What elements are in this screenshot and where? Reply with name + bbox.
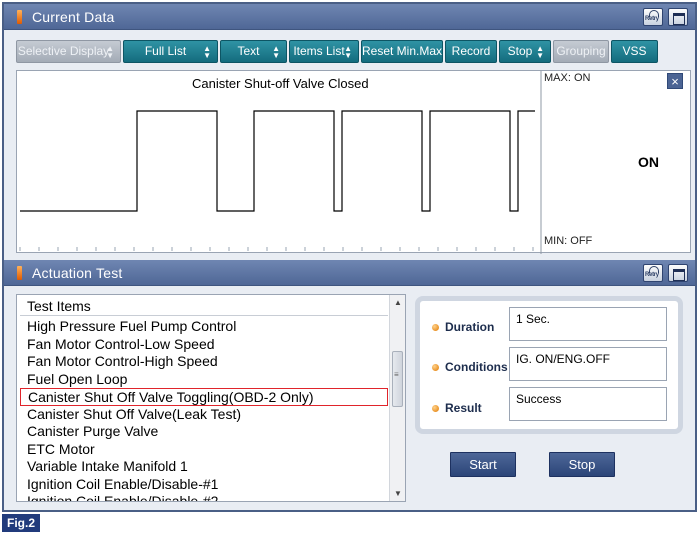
toolbar-button-label: Items List — [293, 44, 345, 58]
start-button[interactable]: Start — [450, 452, 516, 477]
graph-panel: Canister Shut-off Valve Closed MAX: ON M… — [16, 70, 691, 254]
duration-label: Duration — [432, 320, 494, 334]
list-header: Test Items — [20, 297, 388, 316]
scroll-up-icon[interactable]: ▲ — [394, 298, 402, 307]
list-item[interactable]: Variable Intake Manifold 1 — [20, 458, 388, 476]
bullet-icon — [432, 364, 439, 372]
toolbar-button-label: Selective Display — [17, 44, 110, 58]
toolbar-button-label: Grouping — [556, 44, 606, 58]
duration-value: 1 Sec. — [509, 307, 667, 341]
toolbar-button-7[interactable]: Stop ▲ ▼ — [499, 40, 551, 63]
updown-icon: ▲ ▼ — [272, 44, 280, 60]
toolbar-button-label: Full List — [144, 44, 187, 58]
list-item[interactable]: Ignition Coil Enable/Disable-#1 — [20, 476, 388, 494]
flag-icon — [17, 266, 22, 280]
toolbar-button-4[interactable]: Items List ▲ ▼ — [289, 40, 359, 63]
toolbar-button-label: Record — [451, 44, 491, 58]
toolbar-button-1[interactable]: Selective Display ▲ ▼ — [16, 40, 121, 63]
toolbar-button-label: VSS — [622, 44, 647, 58]
test-items-list[interactable]: Test Items High Pressure Fuel Pump Contr… — [16, 294, 406, 502]
maximize-icon[interactable] — [668, 264, 688, 282]
toolbar-button-label: Stop — [507, 44, 533, 58]
max-label: MAX: ON — [544, 72, 591, 84]
updown-icon: ▲ ▼ — [106, 44, 114, 60]
conditions-value: IG. ON/ENG.OFF — [509, 347, 667, 381]
toolbar-button-5[interactable]: Reset Min.Max — [361, 40, 443, 63]
result-label: Result — [432, 401, 482, 415]
graph-title: Canister Shut-off Valve Closed — [192, 76, 369, 91]
list-item[interactable]: Fan Motor Control-Low Speed — [20, 336, 388, 354]
figure-label: Fig.2 — [2, 514, 41, 532]
actuation-test-title: Actuation Test — [32, 265, 123, 281]
toolbar-button-2[interactable]: Full List ▲ ▼ — [123, 40, 218, 63]
signal-graph — [19, 71, 542, 254]
list-item[interactable]: ETC Motor — [20, 441, 388, 459]
main-window: Current Data Retry Selective Display ▲ ▼ Fu… — [2, 2, 697, 512]
retry-button[interactable]: Retry — [643, 264, 663, 282]
list-item[interactable]: Canister Shut Off Valve Toggling(OBD-2 O… — [20, 388, 388, 406]
stop-button[interactable]: Stop — [549, 452, 615, 477]
close-icon[interactable]: × — [667, 73, 683, 89]
retry-button[interactable]: Retry — [643, 8, 663, 26]
list-item[interactable]: High Pressure Fuel Pump Control — [20, 318, 388, 336]
toolbar-button-8[interactable]: Grouping — [553, 40, 609, 63]
result-value: Success — [509, 387, 667, 421]
scroll-thumb[interactable]: ≡ — [392, 351, 403, 407]
list-item[interactable]: Fuel Open Loop — [20, 371, 388, 389]
current-value: ON — [638, 154, 659, 170]
scroll-down-icon[interactable]: ▼ — [394, 489, 402, 498]
current-data-titlebar: Current Data Retry — [4, 4, 695, 30]
maximize-icon[interactable] — [668, 8, 688, 26]
toolbar-button-9[interactable]: VSS — [611, 40, 658, 63]
conditions-label: Conditions — [432, 360, 508, 374]
toolbar-button-3[interactable]: Text ▲ ▼ — [220, 40, 287, 63]
current-data-title: Current Data — [32, 9, 115, 25]
list-item[interactable]: Fan Motor Control-High Speed — [20, 353, 388, 371]
updown-icon: ▲ ▼ — [203, 44, 211, 60]
list-item[interactable]: Ignition Coil Enable/Disable-#2 — [20, 493, 388, 501]
bullet-icon — [432, 405, 439, 413]
list-scrollbar[interactable]: ▲ ≡ ▼ — [389, 295, 405, 501]
retry-icon: Retry — [645, 272, 659, 278]
signal-trace — [20, 110, 535, 212]
test-info-panel: Duration 1 Sec. Conditions IG. ON/ENG.OF… — [415, 296, 683, 434]
min-label: MIN: OFF — [544, 235, 593, 247]
list-item[interactable]: Canister Shut Off Valve(Leak Test) — [20, 406, 388, 424]
bullet-icon — [432, 324, 439, 332]
flag-icon — [17, 10, 22, 24]
toolbar-button-6[interactable]: Record — [445, 40, 497, 63]
updown-icon: ▲ ▼ — [344, 44, 352, 60]
actuation-test-titlebar: Actuation Test Retry — [4, 260, 695, 286]
toolbar-button-label: Reset Min.Max — [362, 44, 443, 58]
list-item[interactable]: Canister Purge Valve — [20, 423, 388, 441]
retry-icon: Retry — [645, 16, 659, 22]
updown-icon: ▲ ▼ — [536, 44, 544, 60]
toolbar-button-label: Text — [237, 44, 260, 58]
